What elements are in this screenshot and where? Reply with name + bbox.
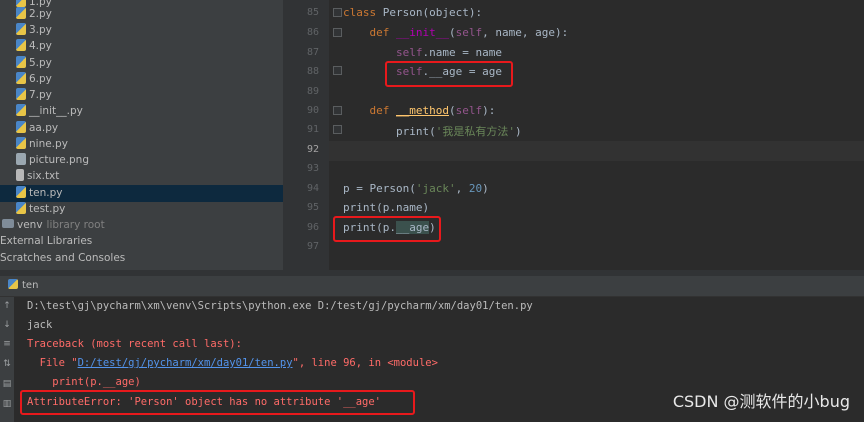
fold-icon[interactable] [333, 8, 342, 17]
python-file-icon [16, 72, 26, 84]
tree-item[interactable]: __init__.py [0, 103, 283, 120]
console-error-line: print(p.__age) [27, 376, 141, 388]
python-run-icon [8, 279, 18, 289]
code-line: p = Person('jack', 20) [343, 182, 489, 195]
scroll-down-icon[interactable]: ↓ [2, 320, 12, 330]
python-file-icon [16, 88, 26, 100]
highlight-box-self-age [385, 61, 513, 87]
line-number: 93 [306, 163, 319, 174]
console-error-line: Traceback (most recent call last): [27, 338, 242, 350]
line-number: 91 [306, 124, 319, 135]
print-icon[interactable]: ▤ [2, 379, 12, 389]
python-file-icon [16, 7, 26, 19]
line-number: 97 [306, 241, 319, 252]
highlight-box-print-age [333, 216, 441, 242]
soft-wrap-icon[interactable]: ≡ [2, 339, 12, 349]
run-tab[interactable]: ten [8, 278, 38, 294]
line-number: 88 [306, 66, 319, 77]
line-number: 90 [306, 105, 319, 116]
tree-item[interactable]: 7.py [0, 87, 283, 104]
tree-item[interactable]: 6.py [0, 71, 283, 88]
line-number: 89 [306, 86, 319, 97]
fold-icon[interactable] [333, 106, 342, 115]
line-number: 96 [306, 222, 319, 233]
code-line: class Person(object): [343, 6, 483, 19]
image-file-icon [16, 153, 26, 165]
fold-icon[interactable] [333, 125, 342, 134]
run-tool-window-header: ten [0, 276, 864, 297]
tree-item[interactable]: picture.png [0, 152, 283, 169]
watermark: CSDN @测软件的小bug [672, 392, 850, 411]
code-line: self.name = name [395, 46, 502, 59]
line-number: 87 [306, 47, 319, 58]
code-editor[interactable]: 85 86 87 88 89 90 91 92 93 94 95 96 97 c… [283, 0, 864, 270]
python-file-icon [16, 121, 26, 133]
trash-icon[interactable]: ▥ [2, 399, 12, 409]
python-file-icon [16, 202, 26, 214]
line-number: 85 [306, 7, 319, 18]
scroll-up-icon[interactable]: ↑ [2, 301, 12, 311]
tree-item[interactable]: 3.py [0, 22, 283, 39]
current-line-highlight [329, 141, 864, 161]
tree-item[interactable]: aa.py [0, 120, 283, 137]
code-line: print(p.name) [343, 201, 430, 214]
line-number: 95 [306, 202, 319, 213]
line-number-current: 92 [306, 144, 319, 155]
file-link[interactable]: D:/test/gj/pycharm/xm/day01/ten.py [78, 357, 293, 369]
line-number: 94 [306, 183, 319, 194]
console-line: D:\test\gj\pycharm\xm\venv\Scripts\pytho… [27, 300, 533, 312]
tree-item-scratches[interactable]: Scratches and Consoles [0, 250, 283, 267]
fold-icon[interactable] [333, 66, 342, 75]
fold-icon[interactable] [333, 28, 342, 37]
highlight-box-error [20, 390, 415, 415]
tree-item[interactable]: 4.py [0, 38, 283, 55]
tree-item[interactable]: 2.py [0, 6, 283, 23]
tree-item[interactable]: nine.py [0, 136, 283, 153]
python-file-icon [16, 104, 26, 116]
folder-icon [2, 219, 14, 228]
project-tree: 1.py 2.py 3.py 4.py 5.py 6.py 7.py __ini… [0, 0, 283, 270]
tree-item-selected[interactable]: ten.py [0, 185, 283, 202]
python-file-icon [16, 56, 26, 68]
python-file-icon [16, 23, 26, 35]
line-number: 86 [306, 27, 319, 38]
code-line: print('我是私有方法') [343, 125, 522, 138]
code-line: def __method(self): [369, 104, 496, 117]
tree-item-venv[interactable]: venv library root [0, 217, 283, 234]
tree-item-external-libraries[interactable]: External Libraries [0, 233, 283, 250]
python-file-icon [16, 137, 26, 149]
code-line: def __init__(self, name, age): [369, 26, 569, 39]
sort-icon[interactable]: ⇅ [2, 359, 12, 369]
python-file-icon [16, 186, 26, 198]
run-toolbar: ↑ ↓ ≡ ⇅ ▤ ▥ [0, 297, 14, 422]
console-line: jack [27, 319, 53, 331]
tree-item[interactable]: six.txt [0, 168, 283, 185]
tree-item[interactable]: test.py [0, 201, 283, 218]
python-file-icon [16, 39, 26, 51]
text-file-icon [16, 169, 24, 181]
tree-item[interactable]: 5.py [0, 55, 283, 72]
console-error-line: File "D:/test/gj/pycharm/xm/day01/ten.py… [27, 357, 438, 369]
